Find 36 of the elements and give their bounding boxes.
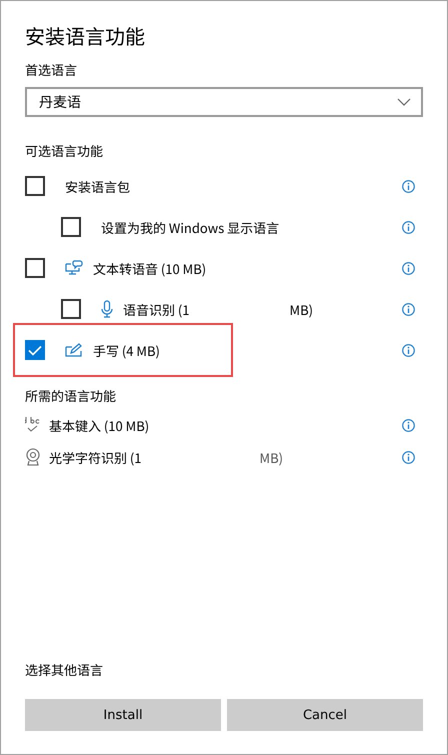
cancel-button[interactable]: Cancel (227, 699, 423, 731)
webcam-icon (25, 448, 41, 466)
checkbox[interactable] (25, 176, 45, 196)
monitor-speech-icon (65, 260, 83, 276)
feature-label: 语音识别 (1 (123, 300, 190, 318)
language-dropdown[interactable]: 丹麦语 (25, 87, 423, 117)
field-label: 首选语言 (25, 60, 78, 79)
microphone-icon (101, 300, 113, 318)
info-icon[interactable] (402, 418, 415, 432)
info-icon[interactable] (402, 220, 415, 234)
info-icon[interactable] (402, 344, 415, 356)
info-icon[interactable] (402, 450, 415, 464)
feature-size-label: MB) (260, 448, 284, 466)
section-heading: 可选语言功能 (25, 141, 104, 160)
section-heading: 所需的语言功能 (25, 386, 118, 405)
check-icon (28, 344, 42, 356)
pen-icon (65, 343, 83, 357)
feature-label: 基本键入 (10 MB) (49, 416, 150, 434)
checkbox[interactable] (61, 299, 81, 319)
feature-size-label: MB) (290, 300, 314, 318)
other-language-link[interactable]: 选择其他语言 (25, 660, 423, 679)
feature-label: 光学字符识别 (1 (49, 448, 142, 466)
checkbox[interactable] (25, 258, 45, 278)
dialog-title: 安装语言功能 (25, 21, 146, 50)
feature-label: 设置为我的 Windows 显示语言 (101, 218, 280, 236)
chevron-down-icon (397, 98, 411, 106)
checkbox[interactable] (25, 340, 45, 360)
info-icon[interactable] (402, 180, 415, 192)
abc-check-icon (25, 416, 41, 434)
install-button[interactable]: Install (25, 699, 221, 731)
feature-label: 手写 (4 MB) (93, 340, 160, 360)
info-icon[interactable] (402, 262, 415, 274)
info-icon[interactable] (402, 302, 415, 316)
checkbox[interactable] (61, 217, 81, 237)
feature-label: 安装语言包 (65, 176, 130, 196)
feature-label: 文本转语音 (10 MB) (93, 258, 206, 278)
